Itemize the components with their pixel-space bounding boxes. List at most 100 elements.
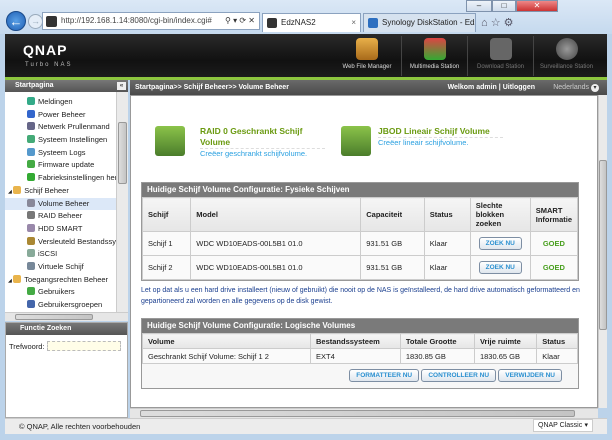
remove-now-button[interactable]: VERWIJDER NU (498, 369, 562, 382)
sidebar-item-label: Gebruikers (38, 287, 75, 297)
scan-now-button[interactable]: ZOEK NU (478, 237, 522, 250)
tab-edznas2[interactable]: EdzNAS2 × (262, 13, 361, 32)
power-icon (27, 109, 35, 118)
download-station-button[interactable]: Download Station (467, 36, 533, 76)
sidebar-item-versleuteld-bestandssysteem[interactable]: Versleuteld Bestandssysteem (5, 236, 116, 249)
collapse-sidebar-icon[interactable]: « (117, 82, 126, 90)
sidebar-item-firmware-update[interactable]: Firmware update (5, 159, 116, 172)
reset-icon (27, 173, 35, 182)
sidebar-item-schijf-beheer[interactable]: ◢ Schijf Beheer (5, 185, 116, 198)
bell-icon (27, 97, 35, 105)
cell-total: 1830.85 GB (399, 348, 475, 364)
close-tab-icon[interactable]: × (351, 14, 356, 32)
breadcrumb: Startpagina>> Schijf Beheer>> Volume Beh… (135, 84, 289, 91)
virtual-disk-icon (27, 261, 35, 270)
welcome-text: Welkom admin (447, 84, 497, 91)
tab-label: Synology DiskStation - EdzN... (382, 18, 475, 27)
cell-free: 1830.65 GB (473, 348, 538, 364)
raid-icon (27, 211, 35, 220)
sidebar-item-volume-beheer[interactable]: Volume Beheer (5, 197, 116, 211)
sidebar-item-label: Power Beheer (38, 109, 86, 119)
cell-disk: Schijf 1 (141, 231, 192, 256)
download-icon (489, 38, 512, 60)
iscsi-icon (27, 249, 35, 258)
tab-favicon-icon (267, 18, 277, 28)
sidebar-item-netwerk-prullenmand[interactable]: Netwerk Prullenmand (5, 121, 116, 134)
sidebar-item-toegangsrechten-beheer[interactable]: ◢ Toegangsrechten Beheer (5, 274, 116, 287)
home-star-gear-icons[interactable]: ⌂ ☆ ⚙ (481, 16, 513, 29)
table-row: Geschrankt Schijf Volume: Schijf 1 2 EXT4… (142, 348, 578, 364)
sidebar-item-power-beheer[interactable]: Power Beheer (5, 109, 116, 122)
folder-magnifier-icon (356, 38, 378, 60)
recycle-bin-icon (27, 122, 35, 131)
jbod-volume-icon[interactable] (341, 126, 371, 156)
sidebar-vertical-scrollbar[interactable] (116, 92, 128, 312)
function-search-panel: Functie Zoeken Trefwoord: (5, 322, 128, 418)
table-row: Schijf 1 WDC WD10EADS-00L5B1 01.0 931.51 G… (141, 231, 579, 256)
log-icon (27, 147, 35, 156)
address-bar[interactable]: http://192.168.1.14:8080/cgi-bin/index.c… (42, 12, 260, 30)
sidebar-item-label: Schijf Beheer (24, 185, 69, 195)
url-text: http://192.168.1.14:8080/cgi-bin/index.c… (61, 16, 212, 25)
cell-model: WDC WD10EADS-00L5B1 01.0 (190, 231, 362, 256)
sidebar-item-raid-beheer[interactable]: RAID Beheer (5, 210, 116, 223)
scan-now-button[interactable]: ZOEK NU (478, 261, 522, 274)
sidebar-item-iscsi[interactable]: iSCSI (5, 248, 116, 261)
hdd-icon (27, 223, 35, 232)
scroll-thumb[interactable] (118, 122, 127, 184)
lock-icon (27, 236, 35, 245)
physical-disks-panel: Huidige Schijf Volume Configuratie: Fysi… (141, 182, 579, 281)
sidebar-item-label: Systeem Logs (38, 147, 86, 157)
close-window-button[interactable]: ✕ (516, 0, 558, 12)
back-button[interactable]: ← (6, 11, 26, 31)
check-now-button[interactable]: CONTROLLEER NU (421, 369, 497, 382)
browser-toolbar: – □ ✕ ← → http://192.168.1.14:8080/cgi-b… (0, 0, 612, 34)
sidebar-item-label: iSCSI (38, 249, 58, 259)
sidebar-item-meldingen[interactable]: Meldingen (5, 96, 116, 109)
sidebar-item-gebruikers[interactable]: Gebruikers (5, 286, 116, 299)
firmware-icon (27, 160, 35, 169)
language-select[interactable]: Nederlands ▾ (553, 80, 599, 95)
folder-icon (13, 185, 22, 194)
web-file-manager-button[interactable]: Web File Manager (334, 36, 400, 76)
sidebar-item-hdd-smart[interactable]: HDD SMART (5, 223, 116, 236)
physical-disks-caption: Huidige Schijf Volume Configuratie: Fysi… (142, 183, 578, 197)
sidebar-item-virtuele-schijf[interactable]: Virtuele Schijf (5, 261, 116, 274)
surveillance-station-button[interactable]: Surveillance Station (533, 36, 599, 76)
tab-favicon-icon (368, 18, 378, 28)
cell-capacity: 931.51 GB (360, 231, 425, 256)
multimedia-station-button[interactable]: Multimedia Station (401, 36, 467, 76)
copyright-text: © QNAP, Alle rechten voorbehouden (19, 422, 141, 431)
group-icon (27, 300, 35, 308)
skin-select[interactable]: QNAP Classic ▾ (533, 419, 593, 432)
sidebar-item-systeem-logs[interactable]: Systeem Logs (5, 147, 116, 160)
main-vertical-scrollbar[interactable] (598, 95, 607, 408)
sidebar-item-label: Fabrieksinstellingen herstellen (38, 173, 116, 183)
maximize-button[interactable]: □ (492, 0, 516, 12)
logout-link[interactable]: Uitloggen (503, 84, 535, 91)
qnap-header: QNAP Turbo NAS Web File Manager Multimed… (5, 34, 607, 78)
site-icon (46, 16, 57, 27)
footer: © QNAP, Alle rechten voorbehouden (5, 418, 607, 434)
sidebar-item-label: HDD SMART (38, 223, 83, 233)
sidebar-item-label: Volume Beheer (38, 198, 90, 208)
minimize-button[interactable]: – (466, 0, 492, 12)
chevron-down-icon: ▾ (584, 422, 588, 429)
address-tools-icon[interactable]: ⚲ ▾ ⟳ ✕ (225, 13, 255, 29)
sidebar-horizontal-scrollbar[interactable] (5, 312, 128, 321)
folder-icon (13, 274, 22, 283)
raid0-volume-icon[interactable] (155, 126, 185, 156)
create-jbod-option[interactable]: JBOD Lineair Schijf Volume Creëer lineair… (378, 126, 503, 147)
sidebar-item-fabrieksinstellingen-herstellen[interactable]: Fabrieksinstellingen herstellen (5, 172, 116, 185)
sidebar-item-gebruikersgroepen[interactable]: Gebruikersgroepen (5, 299, 116, 312)
tab-synology[interactable]: Synology DiskStation - EdzN... (363, 13, 476, 32)
keyword-input[interactable] (46, 341, 121, 351)
cell-status: Klaar (536, 348, 578, 364)
sidebar-item-systeem-instellingen[interactable]: Systeem Instellingen (5, 134, 116, 147)
format-now-button[interactable]: FORMATTEER NU (349, 369, 420, 382)
sidebar-item-label: RAID Beheer (38, 211, 83, 221)
logical-volumes-caption: Huidige Schijf Volume Configuratie: Logi… (142, 319, 578, 333)
forward-button[interactable]: → (28, 14, 43, 29)
create-raid0-option[interactable]: RAID 0 Geschrankt Schijf Volume Creëer ge… (200, 126, 325, 158)
main-horizontal-scrollbar[interactable] (130, 408, 598, 418)
